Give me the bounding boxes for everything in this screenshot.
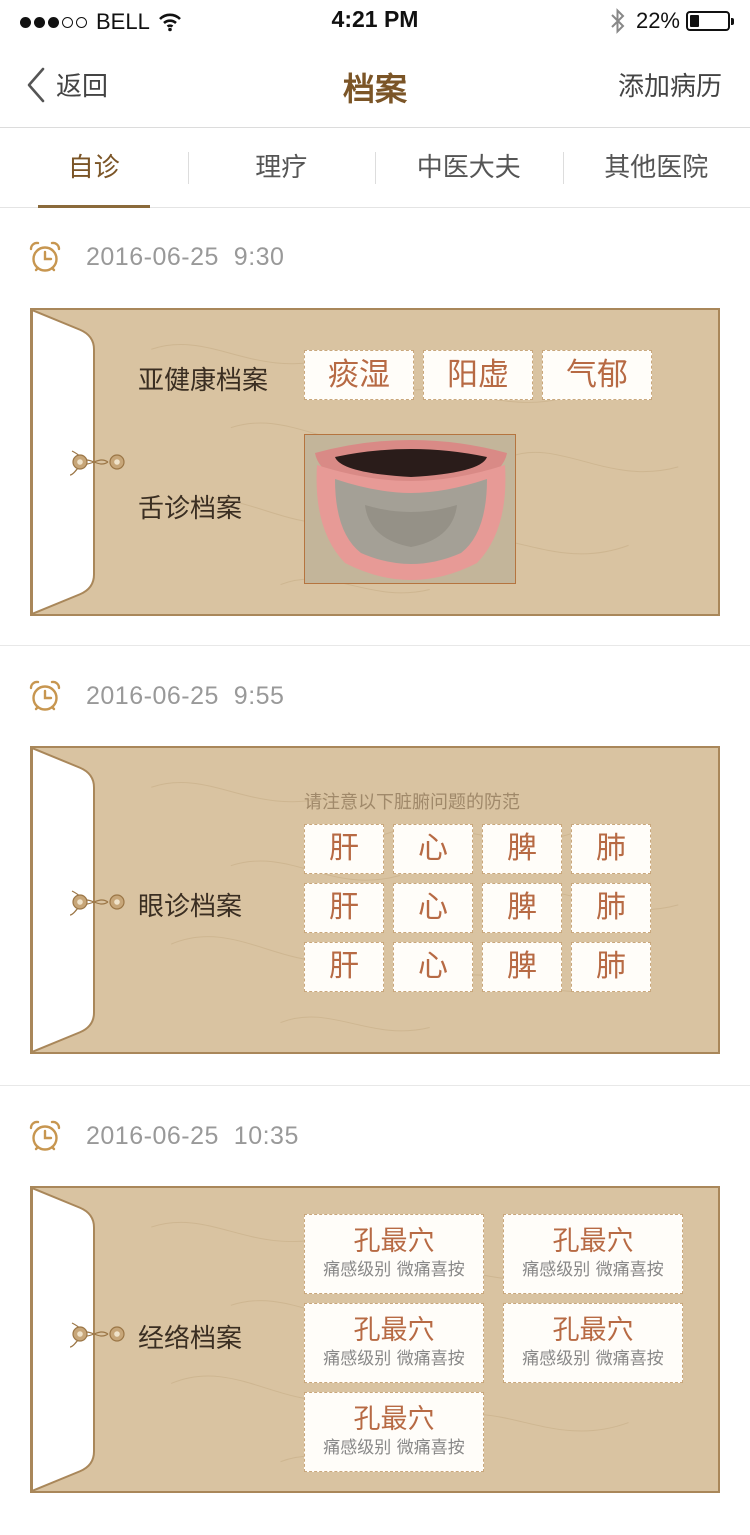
string-knot-icon bbox=[66, 447, 126, 477]
record-date-row: 2016-06-25 9:55 bbox=[28, 679, 284, 713]
organ-tag[interactable]: 心 bbox=[393, 824, 473, 874]
subhealth-envelope[interactable]: 亚健康档案 痰湿 阳虚 气郁 舌诊档案 bbox=[30, 308, 720, 616]
tab-other-hospital[interactable]: 其他医院 bbox=[562, 128, 750, 207]
string-knot-icon bbox=[66, 887, 126, 917]
acupoint-pain-level: 痛感级别 微痛喜按 bbox=[323, 1438, 465, 1458]
status-bar: BELL 4:21 PM 22% bbox=[0, 0, 750, 42]
tab-tcm-doctor[interactable]: 中医大夫 bbox=[375, 128, 563, 207]
acupoint-name: 孔最穴 bbox=[353, 1315, 435, 1346]
record-date-row: 2016-06-25 9:30 bbox=[28, 240, 284, 274]
back-button[interactable]: 返回 bbox=[26, 66, 108, 103]
organ-tag[interactable]: 肺 bbox=[571, 883, 651, 933]
record-time-value: 9:55 bbox=[233, 681, 285, 710]
record-date: 2016-06-25 10:35 bbox=[86, 1122, 299, 1151]
acupoint-card[interactable]: 孔最穴 痛感级别 微痛喜按 bbox=[503, 1214, 683, 1294]
record-date-value: 2016-06-25 bbox=[86, 242, 219, 271]
organ-tag[interactable]: 肺 bbox=[571, 942, 651, 992]
organ-tag[interactable]: 肺 bbox=[571, 824, 651, 874]
acupoint-pain-level: 痛感级别 微痛喜按 bbox=[323, 1260, 465, 1280]
meridian-envelope[interactable]: 经络档案 孔最穴 痛感级别 微痛喜按 孔最穴 痛感级别 微痛喜按 孔最穴 痛感级… bbox=[30, 1186, 720, 1493]
string-knot-icon bbox=[66, 1319, 126, 1349]
tongue-label: 舌诊档案 bbox=[138, 494, 243, 524]
organ-tag[interactable]: 肝 bbox=[304, 883, 384, 933]
alarm-clock-icon bbox=[28, 1119, 62, 1153]
constitution-tag[interactable]: 阳虚 bbox=[423, 350, 533, 400]
alarm-clock-icon bbox=[28, 240, 62, 274]
alarm-clock-icon bbox=[28, 679, 62, 713]
constitution-tag[interactable]: 痰湿 bbox=[304, 350, 414, 400]
organ-tag[interactable]: 脾 bbox=[482, 883, 562, 933]
constitution-tag[interactable]: 气郁 bbox=[542, 350, 652, 400]
tongue-image bbox=[305, 435, 515, 583]
acupoint-name: 孔最穴 bbox=[552, 1226, 634, 1257]
tab-bar: 自诊 理疗 中医大夫 其他医院 bbox=[0, 128, 750, 208]
record-date-row: 2016-06-25 10:35 bbox=[28, 1119, 299, 1153]
organ-tag[interactable]: 心 bbox=[393, 883, 473, 933]
record-date-value: 2016-06-25 bbox=[86, 1121, 219, 1150]
acupoint-pain-level: 痛感级别 微痛喜按 bbox=[323, 1349, 465, 1369]
eye-diagnosis-label: 眼诊档案 bbox=[138, 892, 243, 922]
battery-icon bbox=[686, 11, 734, 31]
bluetooth-icon bbox=[611, 8, 625, 34]
battery-percent: 22% bbox=[635, 8, 680, 33]
subhealth-label: 亚健康档案 bbox=[138, 366, 269, 396]
acupoint-card[interactable]: 孔最穴 痛感级别 微痛喜按 bbox=[304, 1214, 484, 1294]
back-label: 返回 bbox=[56, 72, 109, 102]
acupoint-card[interactable]: 孔最穴 痛感级别 微痛喜按 bbox=[304, 1392, 484, 1472]
acupoint-pain-level: 痛感级别 微痛喜按 bbox=[522, 1260, 664, 1280]
organ-tag[interactable]: 脾 bbox=[482, 942, 562, 992]
record-section: 2016-06-25 10:35 经络档案 孔最穴 痛感级别 微痛喜按 孔最穴 … bbox=[0, 1085, 750, 1535]
meridian-label: 经络档案 bbox=[138, 1324, 243, 1354]
organ-tag[interactable]: 肝 bbox=[304, 824, 384, 874]
organ-tag[interactable]: 心 bbox=[393, 942, 473, 992]
chevron-left-icon bbox=[27, 67, 45, 102]
record-time-value: 10:35 bbox=[233, 1121, 299, 1150]
record-date: 2016-06-25 9:30 bbox=[86, 243, 284, 272]
eye-diagnosis-envelope[interactable]: 眼诊档案 请注意以下脏腑问题的防范 肝 心 脾 肺 肝 心 脾 肺 肝 心 脾 … bbox=[30, 746, 720, 1054]
organ-tag[interactable]: 脾 bbox=[482, 824, 562, 874]
record-date: 2016-06-25 9:55 bbox=[86, 682, 284, 711]
acupoint-name: 孔最穴 bbox=[552, 1315, 634, 1346]
acupoint-card[interactable]: 孔最穴 痛感级别 微痛喜按 bbox=[304, 1303, 484, 1383]
add-record-button[interactable]: 添加病历 bbox=[618, 66, 722, 103]
acupoint-name: 孔最穴 bbox=[353, 1226, 435, 1257]
record-section: 2016-06-25 9:30 亚健康档案 痰湿 阳虚 气郁 舌诊档案 bbox=[0, 208, 750, 645]
tab-self-diagnosis[interactable]: 自诊 bbox=[0, 128, 188, 208]
nav-bar: 返回 档案 添加病历 bbox=[0, 42, 750, 128]
acupoint-pain-level: 痛感级别 微痛喜按 bbox=[522, 1349, 664, 1369]
status-right: 22% bbox=[610, 8, 734, 34]
acupoint-name: 孔最穴 bbox=[353, 1404, 435, 1435]
tab-physiotherapy[interactable]: 理疗 bbox=[187, 128, 376, 207]
record-date-value: 2016-06-25 bbox=[86, 681, 219, 710]
record-section: 2016-06-25 9:55 眼诊档案 请注意以下脏腑问题的防范 肝 心 脾 … bbox=[0, 645, 750, 1085]
acupoint-card[interactable]: 孔最穴 痛感级别 微痛喜按 bbox=[503, 1303, 683, 1383]
tongue-photo[interactable] bbox=[304, 434, 516, 584]
record-time-value: 9:30 bbox=[233, 242, 285, 271]
organ-hint: 请注意以下脏腑问题的防范 bbox=[304, 792, 520, 813]
organ-tag[interactable]: 肝 bbox=[304, 942, 384, 992]
